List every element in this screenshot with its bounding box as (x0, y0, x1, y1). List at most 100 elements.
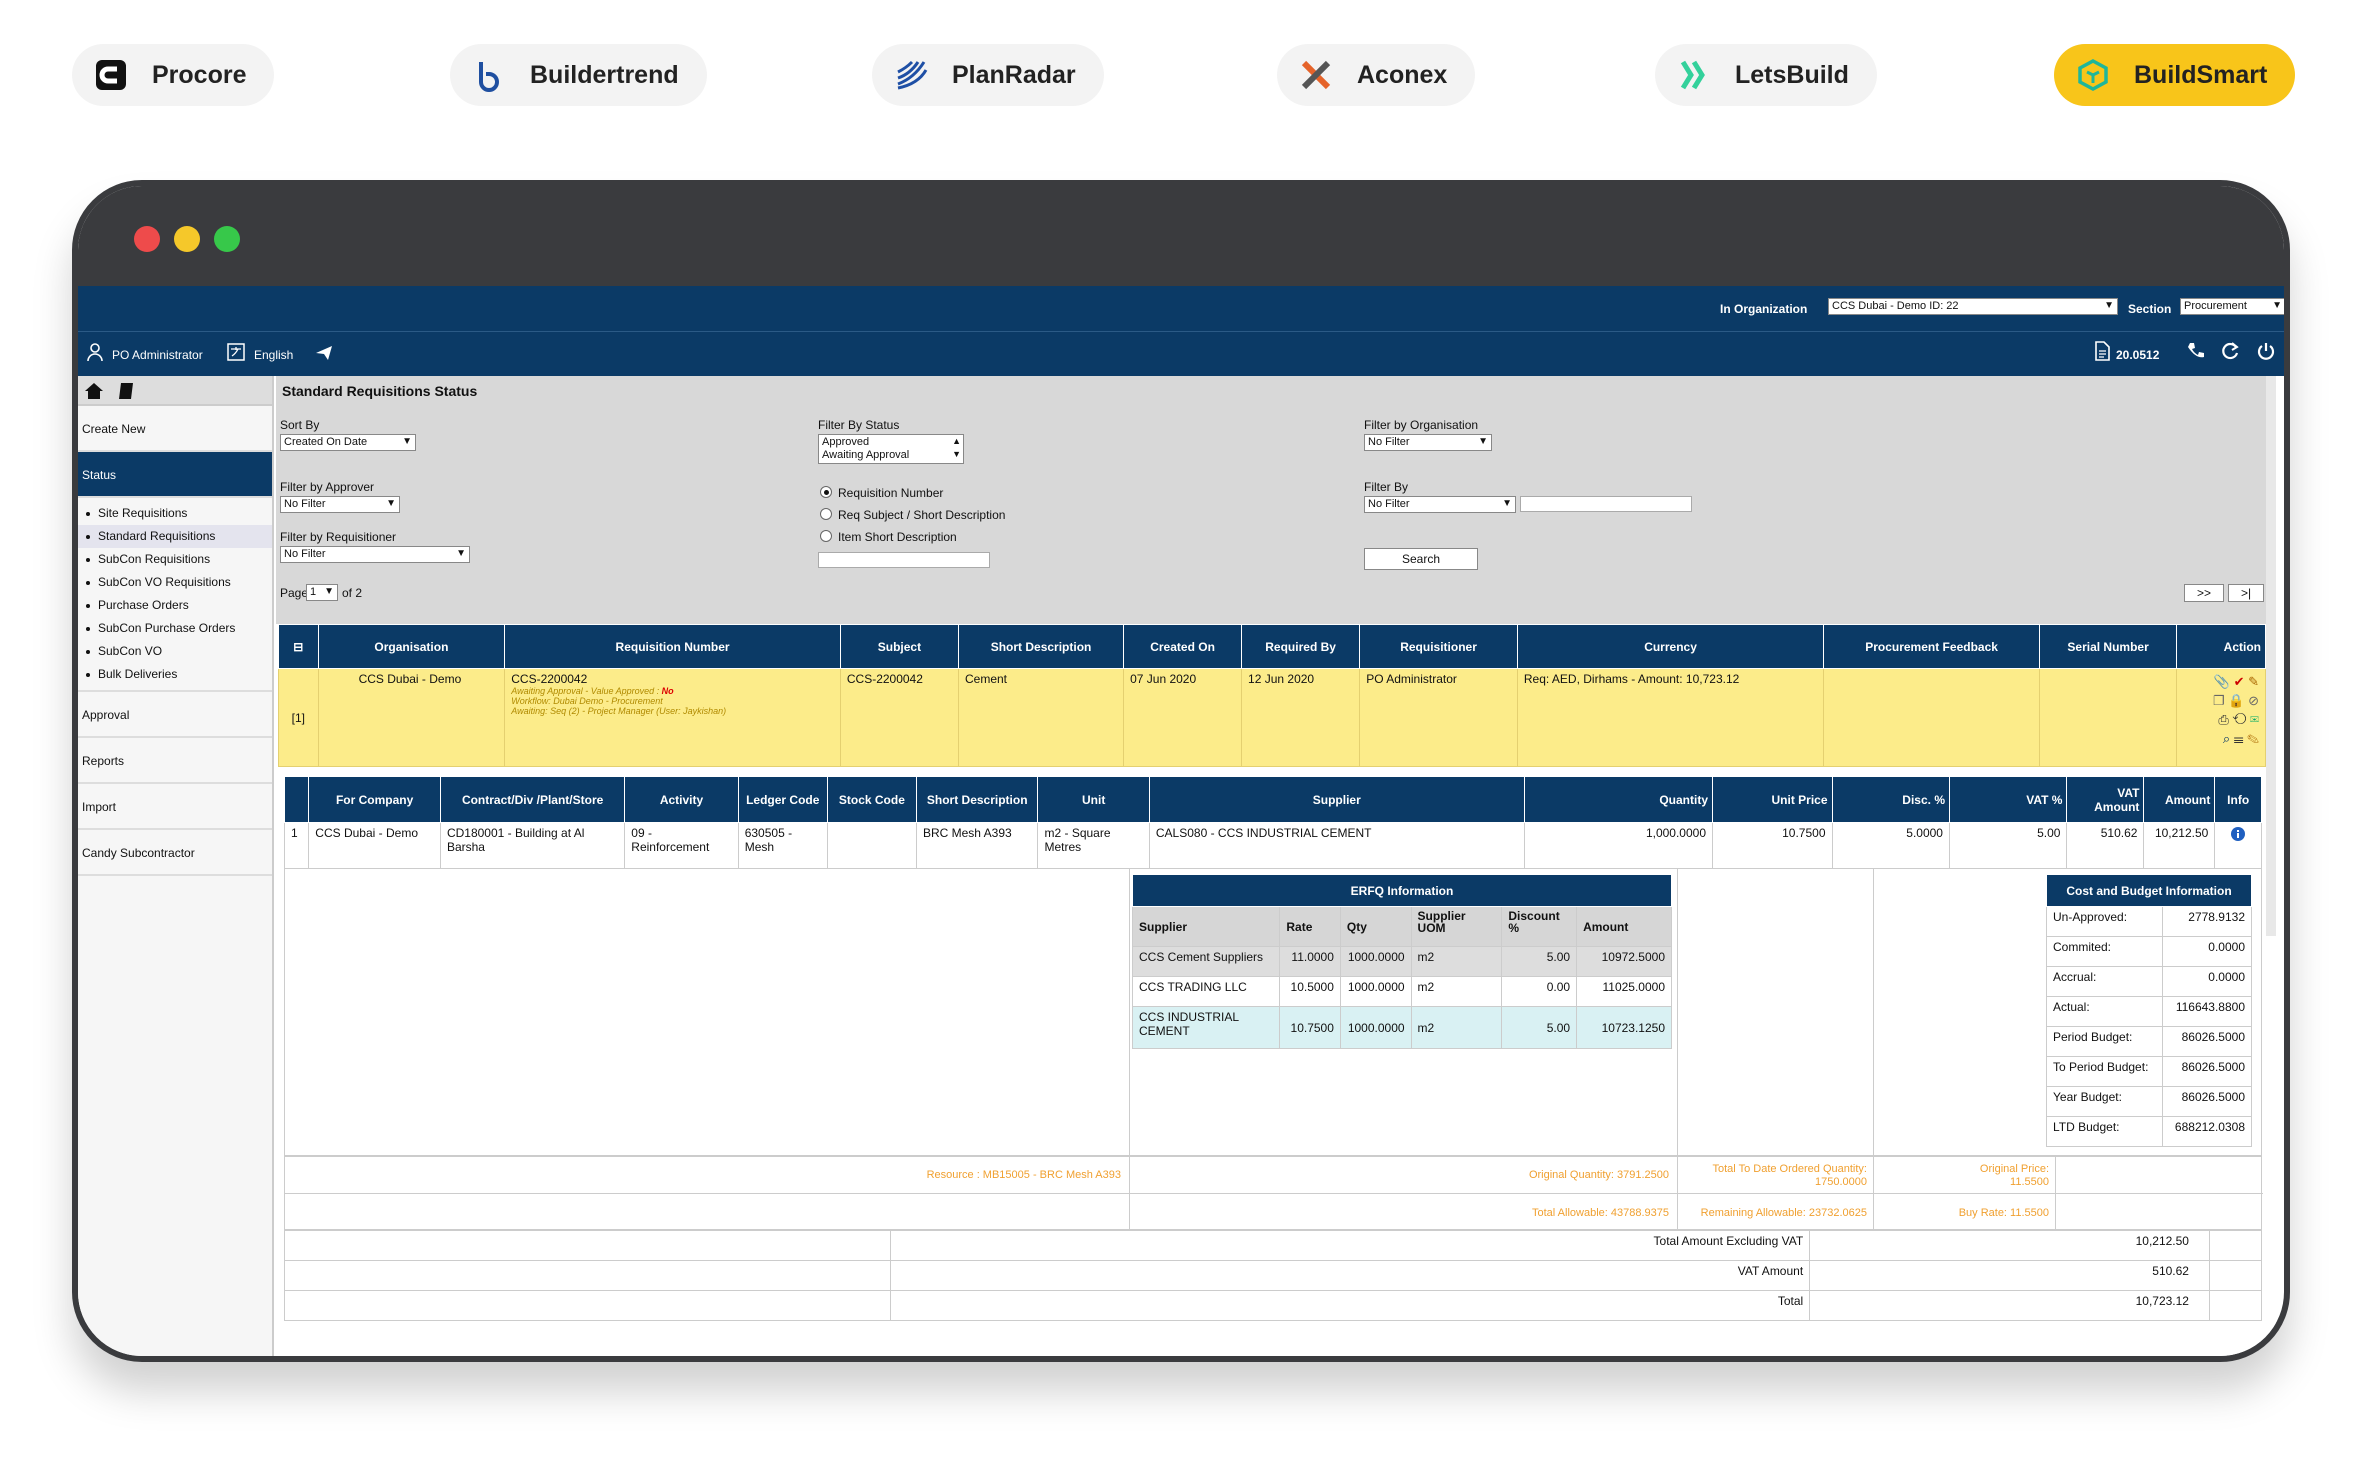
status-listbox[interactable]: Approved Awaiting Approval ▲ ▼ (818, 434, 964, 464)
table-row[interactable]: 1 CCS Dubai - Demo CD180001 - Building a… (283, 822, 2262, 869)
refresh-icon[interactable] (2220, 341, 2240, 364)
info-icon[interactable] (2214, 822, 2262, 869)
col-header[interactable]: Unit (1037, 776, 1150, 823)
col-header[interactable]: Short Description (915, 776, 1039, 823)
cell-requisition-number[interactable]: CCS-2200042 Awaiting Approval - Value Ap… (504, 668, 841, 767)
radio-req-subject[interactable] (820, 508, 832, 520)
col-header[interactable]: Disc. % (1831, 776, 1950, 823)
page-select[interactable]: 1 ▼ (306, 584, 338, 601)
approve-icon[interactable]: ✔ (2234, 674, 2245, 689)
next-page-button[interactable]: >> (2184, 584, 2224, 602)
history-icon[interactable]: ⟲ (2232, 712, 2246, 727)
col-header[interactable]: Quantity (1523, 776, 1714, 823)
maximize-window-button[interactable] (214, 226, 240, 252)
filter-requisitioner-select[interactable]: No Filter ▼ (280, 546, 470, 563)
radio-requisition-number[interactable] (820, 486, 832, 498)
close-window-button[interactable] (134, 226, 160, 252)
sidebar-item-subcon-vo[interactable]: SubCon VO (78, 640, 272, 663)
last-page-button[interactable]: >| (2228, 584, 2264, 602)
search-button[interactable]: Search (1364, 548, 1478, 570)
col-header[interactable]: Action (2176, 624, 2266, 669)
tab-letsbuild[interactable]: LetsBuild (1655, 44, 1877, 106)
organization-select[interactable]: CCS Dubai - Demo ID: 22 ▼ (1828, 298, 2118, 315)
sidebar-item-approval[interactable]: Approval (78, 692, 272, 738)
copy-icon[interactable]: ❐ (2213, 693, 2225, 708)
mail-icon[interactable]: ✉ (2250, 712, 2259, 727)
sidebar-item-site-requisitions[interactable]: Site Requisitions (78, 502, 272, 525)
lock-icon[interactable]: 🔒 (2228, 693, 2244, 708)
collapse-all-icon[interactable]: ⊟ (278, 624, 319, 669)
sidebar-item-subcon-purchase-orders[interactable]: SubCon Purchase Orders (78, 617, 272, 640)
col-header[interactable]: Stock Code (826, 776, 917, 823)
tab-planradar[interactable]: PlanRadar (872, 44, 1104, 106)
col-header[interactable]: Contract/Div /Plant/Store (439, 776, 626, 823)
sidebar-item-standard-requisitions[interactable]: Standard Requisitions (78, 525, 272, 548)
power-icon[interactable] (2256, 341, 2276, 364)
sidebar-item-status[interactable]: Status (78, 452, 272, 498)
phone-icon[interactable] (2186, 341, 2206, 364)
col-header[interactable]: Short Description (957, 624, 1125, 669)
col-header[interactable]: Serial Number (2038, 624, 2178, 669)
col-header[interactable]: Activity (624, 776, 739, 823)
table-row[interactable]: [1] CCS Dubai - Demo CCS-2200042 Awaitin… (278, 668, 2266, 767)
col-header[interactable]: Subject (839, 624, 959, 669)
col-header[interactable]: Required By (1241, 624, 1361, 669)
table-row[interactable]: CCS Cement Suppliers 11.0000 1000.0000 m2 5.… (1131, 946, 1672, 977)
radio-item-short-description[interactable] (820, 530, 832, 542)
scrollbar[interactable] (2266, 376, 2276, 936)
col-header[interactable]: Requisitioner (1359, 624, 1518, 669)
filter-by-input[interactable] (1520, 496, 1692, 512)
scroll-arrows-icon[interactable]: ▲ ▼ (952, 435, 961, 461)
status-option[interactable]: Approved (822, 436, 960, 449)
tab-procore[interactable]: Procore (72, 44, 275, 106)
col-header[interactable]: Created On (1123, 624, 1243, 669)
sort-by-select[interactable]: Created On Date ▼ (280, 434, 416, 451)
sidebar-item-create-new[interactable]: Create New (78, 406, 272, 452)
airplane-icon[interactable] (314, 342, 334, 365)
req-number[interactable]: CCS-2200042 (511, 672, 834, 686)
sidebar-item-import[interactable]: Import (78, 784, 272, 830)
user-name[interactable]: PO Administrator (112, 348, 203, 362)
status-option[interactable]: Awaiting Approval (822, 449, 960, 462)
view-icon[interactable]: ⌕ (2223, 731, 2230, 746)
col-header[interactable]: Info (2214, 776, 2262, 823)
col-header[interactable]: Supplier (1148, 776, 1525, 823)
attach-icon[interactable]: 📎 (2214, 674, 2230, 689)
col-header[interactable]: VAT % (1948, 776, 2068, 823)
language-selector[interactable]: English (254, 348, 293, 362)
search-text-input[interactable] (818, 552, 990, 568)
sidebar-item-subcon-vo-requisitions[interactable]: SubCon VO Requisitions (78, 571, 272, 594)
table-row[interactable]: CCS INDUSTRIAL CEMENT 10.7500 1000.0000 m2 5… (1131, 1006, 1672, 1049)
tab-buildertrend[interactable]: Buildertrend (450, 44, 707, 106)
filter-by-select[interactable]: No Filter ▼ (1364, 496, 1516, 513)
list-icon[interactable]: ☰ (2234, 731, 2244, 746)
sidebar-item-candy-subcontractor[interactable]: Candy Subcontractor (78, 830, 272, 876)
row-index[interactable]: [1] (278, 668, 319, 767)
sidebar-item-subcon-requisitions[interactable]: SubCon Requisitions (78, 548, 272, 571)
print-icon[interactable]: ⎙ (2218, 712, 2228, 727)
col-header[interactable]: Organisation (317, 624, 506, 669)
col-header[interactable]: Procurement Feedback (1823, 624, 2040, 669)
edit-icon[interactable]: ✎ (2248, 674, 2259, 689)
note-icon[interactable]: ✎ (2247, 731, 2259, 746)
filter-org-select[interactable]: No Filter ▼ (1364, 434, 1492, 451)
col-header[interactable]: Currency (1516, 624, 1825, 669)
minimize-window-button[interactable] (174, 226, 200, 252)
col-header[interactable]: Requisition Number (504, 624, 841, 669)
tab-buildsmart[interactable]: BuildSmart (2054, 44, 2296, 106)
cancel-icon[interactable]: ⊘ (2248, 693, 2259, 708)
sidebar-item-reports[interactable]: Reports (78, 738, 272, 784)
sidebar-item-bulk-deliveries[interactable]: Bulk Deliveries (78, 663, 272, 686)
filter-approver-select[interactable]: No Filter ▼ (280, 496, 400, 513)
home-icon[interactable] (84, 383, 104, 403)
col-header[interactable]: Ledger Code (737, 776, 828, 823)
col-header[interactable]: Amount (2143, 776, 2216, 823)
section-select[interactable]: Procurement ▼ (2180, 298, 2284, 315)
table-row[interactable]: CCS TRADING LLC 10.5000 1000.0000 m2 0.00 110… (1131, 976, 1672, 1007)
sidebar-item-purchase-orders[interactable]: Purchase Orders (78, 594, 272, 617)
tab-aconex[interactable]: Aconex (1277, 44, 1476, 106)
col-header[interactable]: For Company (308, 776, 441, 823)
col-header[interactable]: Unit Price (1712, 776, 1833, 823)
col-header[interactable]: VAT Amount (2066, 776, 2145, 823)
book-icon[interactable] (117, 383, 135, 403)
